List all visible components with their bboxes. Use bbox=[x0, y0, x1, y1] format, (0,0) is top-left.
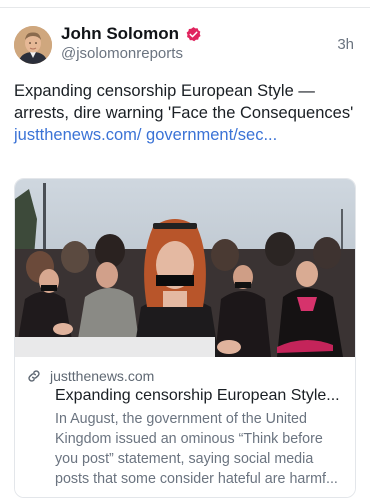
link-preview-domain-row: justthenews.com bbox=[26, 368, 154, 384]
author-avatar[interactable] bbox=[14, 26, 52, 64]
top-divider bbox=[0, 0, 370, 8]
author-display-name[interactable]: John Solomon bbox=[61, 24, 179, 44]
post-text: Expanding censorship European Style — ar… bbox=[14, 80, 354, 146]
post-timestamp[interactable]: 3h bbox=[337, 36, 354, 53]
link-preview-image bbox=[15, 179, 355, 357]
author-name-row: John Solomon bbox=[61, 23, 202, 45]
link-preview-domain: justthenews.com bbox=[50, 368, 155, 384]
link-preview-card[interactable]: justthenews.com Expanding censorship Eur… bbox=[14, 178, 356, 498]
link-preview-meta: justthenews.com Expanding censorship Eur… bbox=[15, 357, 355, 497]
verified-badge-icon bbox=[185, 26, 202, 43]
post-link[interactable]: justthenews.com/ government/sec... bbox=[14, 126, 277, 144]
author-handle[interactable]: @jsolomonreports bbox=[61, 45, 183, 62]
avatar-photo bbox=[14, 26, 52, 64]
post-container[interactable]: John Solomon @jsolomonreports 3h Expandi… bbox=[0, 8, 370, 500]
post-text-content: Expanding censorship European Style — ar… bbox=[14, 82, 354, 122]
link-preview-description: In August, the government of the United … bbox=[55, 411, 338, 487]
link-icon bbox=[26, 368, 42, 384]
link-preview-title: Expanding censorship European Style... bbox=[55, 387, 340, 404]
